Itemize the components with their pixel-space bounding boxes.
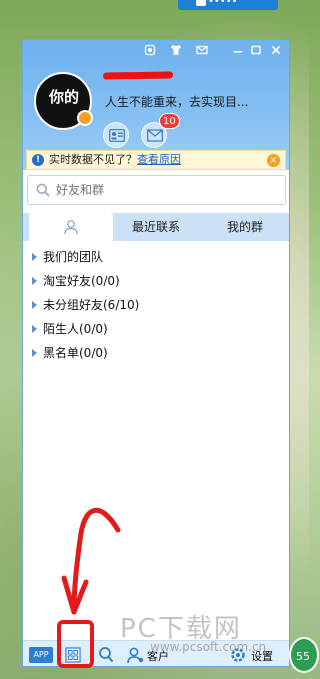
expand-arrow-icon	[32, 253, 37, 261]
list-item[interactable]: 淘宝好友(0/0)	[23, 269, 289, 293]
contact-card-icon	[109, 129, 125, 142]
info-icon: !	[32, 154, 44, 166]
contact-card-button[interactable]	[103, 122, 129, 148]
search-input[interactable]	[56, 181, 276, 199]
group-label: 淘宝好友(0/0)	[43, 274, 120, 288]
shirt-icon[interactable]	[169, 44, 183, 56]
nickname-redacted	[102, 71, 174, 80]
contact-group-list: 我们的团队 淘宝好友(0/0) 未分组好友(6/10) 陌生人(0/0) 黑名单…	[23, 245, 289, 365]
skin-icon[interactable]	[143, 44, 157, 56]
group-label: 陌生人(0/0)	[43, 322, 108, 336]
notice-link[interactable]: 查看原因	[137, 153, 181, 166]
list-item[interactable]: 未分组好友(6/10)	[23, 293, 289, 317]
find-friends-button[interactable]	[97, 646, 115, 666]
watermark-url: www.pcsoft.com.cn	[150, 640, 267, 654]
search-box[interactable]	[27, 175, 286, 205]
expand-arrow-icon	[32, 277, 37, 285]
close-icon[interactable]	[269, 44, 283, 56]
background-app-icon	[196, 0, 206, 6]
expand-arrow-icon	[32, 349, 37, 357]
group-label: 未分组好友(6/10)	[43, 298, 140, 312]
list-item[interactable]: 陌生人(0/0)	[23, 317, 289, 341]
background-button-label: •••••	[208, 0, 238, 7]
search-icon	[36, 183, 50, 197]
maximize-icon[interactable]	[249, 44, 263, 56]
group-label: 黑名单(0/0)	[43, 346, 108, 360]
expand-arrow-icon	[32, 301, 37, 309]
expand-arrow-icon	[32, 325, 37, 333]
online-status-icon[interactable]	[77, 110, 93, 126]
minimize-icon[interactable]	[231, 44, 245, 56]
app-button[interactable]: APP	[29, 647, 53, 663]
tab-groups[interactable]: 我的群	[199, 213, 289, 241]
customer-icon[interactable]	[127, 646, 145, 666]
group-label: 我们的团队	[43, 250, 104, 264]
mail-icon[interactable]	[195, 44, 209, 56]
floating-speed-bubble: 55	[289, 637, 319, 673]
find-person-icon	[99, 647, 114, 663]
avatar-text: 你的	[48, 88, 79, 106]
mail-count-badge: 10	[159, 113, 180, 129]
notice-bar: ! 实时数据不见了？查看原因 ×	[26, 150, 286, 170]
personal-signature[interactable]: 人生不能重来，去实现目...	[105, 93, 248, 110]
list-item[interactable]: 黑名单(0/0)	[23, 341, 289, 365]
tab-contacts[interactable]	[29, 213, 113, 241]
contact-tabs: 最近联系 我的群	[23, 213, 289, 241]
envelope-icon	[147, 129, 163, 142]
grid-icon	[65, 647, 81, 663]
list-item[interactable]: 我们的团队	[23, 245, 289, 269]
tab-recent[interactable]: 最近联系	[113, 213, 199, 241]
app-manager-button[interactable]	[65, 647, 81, 663]
notice-close-icon[interactable]: ×	[267, 154, 280, 167]
background-window-button: •••••	[178, 0, 278, 10]
notice-text: 实时数据不见了？	[49, 153, 137, 166]
person-icon	[64, 220, 78, 235]
qq-main-panel: 你的 人生不能重来，去实现目... 10 ! 实时数据不见了？查看原因 × 最近…	[22, 39, 290, 667]
